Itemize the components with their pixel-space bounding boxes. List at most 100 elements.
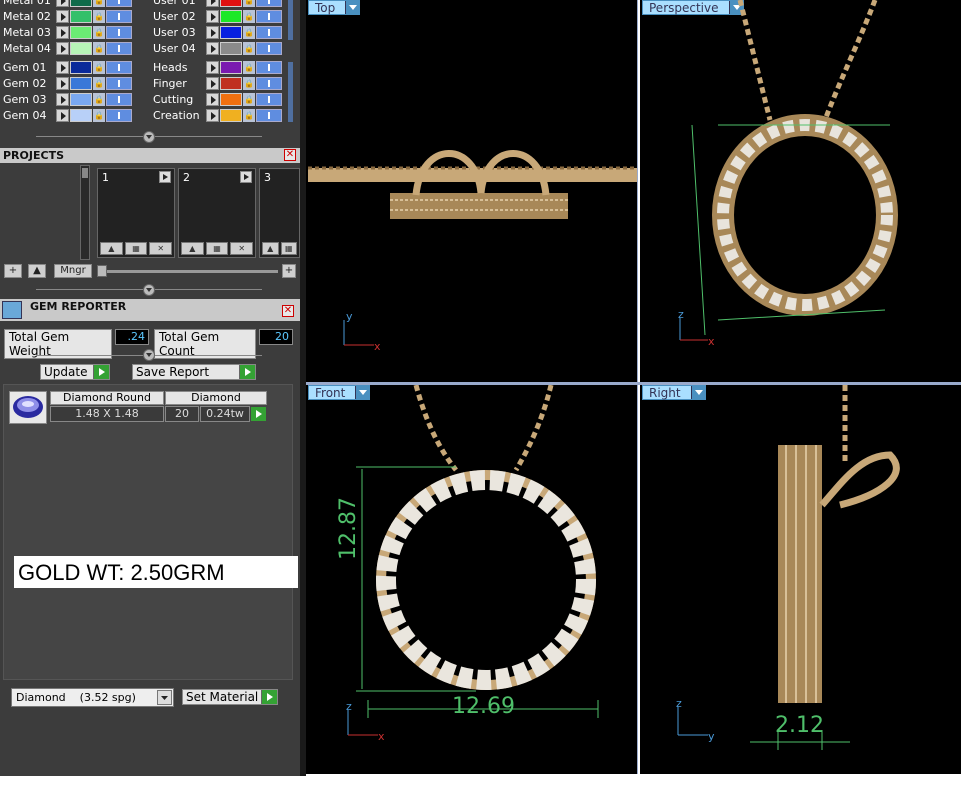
project-slot-2[interactable]: 2 ▲ ▦ ✕: [178, 168, 256, 258]
lock-icon[interactable]: 🔒: [93, 93, 105, 106]
lock-icon[interactable]: 🔒: [243, 61, 255, 74]
layers-scrollbar-bottom[interactable]: [288, 62, 293, 122]
layer-play-icon[interactable]: [56, 77, 69, 90]
visibility-toggle[interactable]: [256, 93, 282, 106]
lock-icon[interactable]: 🔒: [93, 77, 105, 90]
layer-color-swatch[interactable]: [70, 93, 92, 106]
layer-color-swatch[interactable]: [70, 77, 92, 90]
visibility-toggle[interactable]: [256, 42, 282, 55]
layer-play-icon[interactable]: [56, 42, 69, 55]
layer-color-swatch[interactable]: [220, 26, 242, 39]
other-layer-row[interactable]: Cutting 🔒: [153, 92, 293, 107]
projects-scrollbar[interactable]: [80, 165, 90, 260]
save-icon[interactable]: ▦: [280, 242, 297, 255]
zoom-in-button[interactable]: +: [282, 264, 296, 278]
delete-icon[interactable]: ✕: [230, 242, 254, 255]
layer-play-icon[interactable]: [56, 109, 69, 122]
visibility-toggle[interactable]: [256, 0, 282, 7]
gem-layer-row[interactable]: Gem 04 🔒: [3, 108, 143, 123]
layer-color-swatch[interactable]: [220, 10, 242, 23]
metal-layer-row[interactable]: Metal 02 🔒: [3, 9, 143, 24]
layer-play-icon[interactable]: [206, 93, 219, 106]
lock-icon[interactable]: 🔒: [93, 109, 105, 122]
layers-scrollbar-top[interactable]: [288, 0, 293, 40]
viewport-perspective[interactable]: Perspective zx: [640, 0, 961, 382]
lock-icon[interactable]: 🔒: [243, 93, 255, 106]
layer-color-swatch[interactable]: [70, 10, 92, 23]
material-select[interactable]: Diamond (3.52 spg): [11, 688, 174, 707]
layer-play-icon[interactable]: [56, 0, 69, 7]
layer-color-swatch[interactable]: [70, 0, 92, 7]
collapse-layers-button[interactable]: [143, 131, 155, 143]
viewport-right[interactable]: Right zy 2.12: [640, 385, 961, 774]
collapse-gem-reporter-button[interactable]: [143, 349, 155, 361]
lock-icon[interactable]: 🔒: [243, 77, 255, 90]
visibility-toggle[interactable]: [256, 77, 282, 90]
lock-icon[interactable]: 🔒: [243, 42, 255, 55]
up-button[interactable]: ▲: [28, 264, 46, 278]
layer-color-swatch[interactable]: [70, 109, 92, 122]
layer-color-swatch[interactable]: [70, 61, 92, 74]
visibility-toggle[interactable]: [106, 109, 132, 122]
other-layer-row[interactable]: Heads 🔒: [153, 60, 293, 75]
save-icon[interactable]: ▦: [124, 242, 148, 255]
layer-color-swatch[interactable]: [220, 93, 242, 106]
layer-color-swatch[interactable]: [220, 42, 242, 55]
layer-play-icon[interactable]: [206, 0, 219, 7]
chevron-down-icon[interactable]: [157, 690, 172, 705]
layer-color-swatch[interactable]: [70, 26, 92, 39]
layer-color-swatch[interactable]: [220, 0, 242, 7]
lock-icon[interactable]: 🔒: [243, 26, 255, 39]
project-play-icon[interactable]: [240, 171, 252, 183]
project-slot-1[interactable]: 1 ▲ ▦ ✕: [97, 168, 175, 258]
upload-icon[interactable]: ▲: [100, 242, 123, 255]
gem-layer-row[interactable]: Gem 01 🔒: [3, 60, 143, 75]
set-material-button[interactable]: Set Material: [182, 689, 278, 705]
update-button[interactable]: Update: [40, 364, 110, 380]
user-layer-row[interactable]: User 03 🔒: [153, 25, 293, 40]
user-layer-row[interactable]: User 01 🔒: [153, 0, 293, 8]
lock-icon[interactable]: 🔒: [243, 10, 255, 23]
lock-icon[interactable]: 🔒: [93, 42, 105, 55]
layer-play-icon[interactable]: [206, 61, 219, 74]
visibility-toggle[interactable]: [106, 26, 132, 39]
add-project-button[interactable]: +: [4, 264, 22, 278]
manager-button[interactable]: Mngr: [54, 264, 92, 278]
layer-play-icon[interactable]: [206, 26, 219, 39]
lock-icon[interactable]: 🔒: [243, 0, 255, 7]
lock-icon[interactable]: 🔒: [93, 26, 105, 39]
lock-icon[interactable]: 🔒: [243, 109, 255, 122]
visibility-toggle[interactable]: [256, 109, 282, 122]
visibility-toggle[interactable]: [106, 42, 132, 55]
upload-icon[interactable]: ▲: [262, 242, 279, 255]
viewport-top[interactable]: Top yx: [306, 0, 638, 382]
layer-color-swatch[interactable]: [220, 109, 242, 122]
visibility-toggle[interactable]: [106, 10, 132, 23]
gem-layer-row[interactable]: Gem 03 🔒: [3, 92, 143, 107]
upload-icon[interactable]: ▲: [181, 242, 204, 255]
zoom-slider[interactable]: [98, 270, 278, 273]
layer-color-swatch[interactable]: [220, 77, 242, 90]
visibility-toggle[interactable]: [256, 10, 282, 23]
save-report-button[interactable]: Save Report: [132, 364, 256, 380]
visibility-toggle[interactable]: [256, 26, 282, 39]
other-layer-row[interactable]: Finger 🔒: [153, 76, 293, 91]
other-layer-row[interactable]: Creation 🔒: [153, 108, 293, 123]
user-layer-row[interactable]: User 02 🔒: [153, 9, 293, 24]
metal-layer-row[interactable]: Metal 03 🔒: [3, 25, 143, 40]
metal-layer-row[interactable]: Metal 01 🔒: [3, 0, 143, 8]
layer-play-icon[interactable]: [206, 77, 219, 90]
project-play-icon[interactable]: [159, 171, 171, 183]
layer-color-swatch[interactable]: [70, 42, 92, 55]
gem-layer-row[interactable]: Gem 02 🔒: [3, 76, 143, 91]
close-projects-button[interactable]: ✕: [284, 149, 296, 161]
layer-play-icon[interactable]: [56, 10, 69, 23]
close-gem-reporter-button[interactable]: ✕: [282, 305, 294, 317]
layer-play-icon[interactable]: [56, 26, 69, 39]
project-slot-3[interactable]: 3 ▲ ▦: [259, 168, 300, 258]
lock-icon[interactable]: 🔒: [93, 0, 105, 7]
layer-play-icon[interactable]: [56, 93, 69, 106]
visibility-toggle[interactable]: [106, 0, 132, 7]
visibility-toggle[interactable]: [256, 61, 282, 74]
zoom-slider-handle[interactable]: [97, 265, 107, 277]
